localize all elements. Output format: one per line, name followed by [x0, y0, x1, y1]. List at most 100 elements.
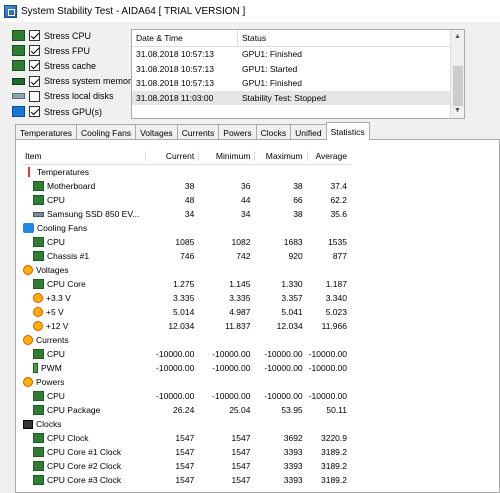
tab-statistics[interactable]: Statistics	[325, 122, 370, 140]
minimum-value: 1547	[231, 433, 251, 443]
window-title: System Stability Test - AIDA64 [ TRIAL V…	[21, 5, 246, 17]
stat-row[interactable]: PWM -10000.00 -10000.00 -10000.00 -10000…	[23, 361, 351, 375]
minimum-value: 3.335	[229, 293, 251, 303]
average-value: 3220.9	[321, 433, 347, 443]
stress-option[interactable]: Stress local disks	[12, 89, 130, 104]
minimum-value: 4.987	[229, 307, 251, 317]
cpu-chip-icon	[33, 405, 44, 415]
maximum-value: 12.034	[276, 321, 303, 331]
stat-row[interactable]: CPU 48 44 66 62.2	[23, 193, 351, 207]
log-datetime: 31.08.2018 10:57:13	[136, 49, 214, 60]
stress-checkbox[interactable]	[29, 60, 40, 72]
item-label: CPU	[47, 195, 65, 205]
statistics-panel: Item Current Minimum Maximum Average Tem…	[15, 139, 500, 493]
stat-row[interactable]: CPU Core #3 Clock 1547 1547 3393 3189.2	[23, 473, 351, 487]
log-datetime: 31.08.2018 10:57:13	[136, 78, 214, 89]
stress-checkbox[interactable]	[29, 90, 40, 102]
stat-row[interactable]: CPU -10000.00 -10000.00 -10000.00 -10000…	[23, 389, 351, 403]
stress-option[interactable]: Stress GPU(s)	[12, 104, 130, 119]
tab-currents[interactable]: Currents	[176, 124, 220, 140]
average-value: 3189.2	[321, 475, 347, 485]
log-datetime: 31.08.2018 11:03:00	[136, 92, 214, 103]
stat-row[interactable]: Samsung SSD 850 EV... 34 34 38 35.6	[23, 207, 351, 221]
stress-option[interactable]: Stress system memory	[12, 74, 136, 89]
stat-row[interactable]: CPU 1085 1082 1683 1535	[23, 235, 351, 249]
stat-row[interactable]: Chassis #1 746 742 920 877	[23, 249, 351, 263]
item-label: Samsung SSD 850 EV...	[47, 209, 140, 219]
stat-row[interactable]: CPU Core #1 Clock 1547 1547 3393 3189.2	[23, 445, 351, 459]
current-value: 34	[184, 209, 195, 219]
log-row[interactable]: 31.08.2018 10:57:13 GPU1: Finished	[132, 76, 464, 91]
stress-checkbox[interactable]	[29, 75, 40, 87]
log-row[interactable]: 31.08.2018 10:57:13 GPU1: Finished	[132, 47, 464, 62]
stress-option[interactable]: Stress FPU	[12, 43, 130, 58]
ssd-icon	[33, 211, 44, 217]
scroll-down-icon[interactable]: ▼	[451, 104, 464, 118]
group-label-cell: Clocks	[23, 419, 147, 429]
stat-row[interactable]: CPU Package 26.24 25.04 53.95 50.11	[23, 403, 351, 417]
item-label: +12 V	[46, 321, 69, 331]
scroll-up-icon[interactable]: ▲	[451, 30, 464, 44]
cpu-icon	[12, 30, 25, 42]
stat-row[interactable]: +3.3 V 3.335 3.335 3.357 3.340	[23, 291, 351, 305]
group-label: Powers	[36, 377, 65, 387]
stress-checkbox[interactable]	[29, 106, 40, 118]
scroll-thumb[interactable]	[453, 66, 463, 106]
current-value: 1085	[175, 237, 195, 247]
stat-row[interactable]: CPU Clock 1547 1547 3692 3220.9	[23, 431, 351, 445]
disk-icon	[12, 93, 25, 100]
item-label: CPU Core #2 Clock	[47, 461, 122, 471]
minimum-value: 34	[241, 209, 251, 219]
item-label: CPU	[47, 391, 65, 401]
item-cell: CPU Core #2 Clock	[23, 461, 145, 471]
tab-temperatures[interactable]: Temperatures	[15, 124, 77, 140]
tab-voltages[interactable]: Voltages	[135, 124, 178, 140]
log-row[interactable]: 31.08.2018 11:03:00 Stability Test: Stop…	[132, 90, 464, 105]
header-average[interactable]: Average	[306, 151, 351, 161]
battery-icon	[33, 363, 38, 373]
average-value: 50.11	[326, 405, 347, 415]
tab-clocks[interactable]: Clocks	[255, 124, 292, 140]
stress-option[interactable]: Stress cache	[12, 58, 130, 73]
average-value: 62.2	[330, 195, 347, 205]
current-value: 1547	[175, 461, 195, 471]
title-bar: System Stability Test - AIDA64 [ TRIAL V…	[0, 0, 500, 22]
stat-row[interactable]: CPU Core #2 Clock 1547 1547 3393 3189.2	[23, 459, 351, 473]
stress-checkbox[interactable]	[29, 30, 40, 42]
header-item[interactable]: Item	[23, 151, 145, 161]
cpu-chip-icon	[33, 447, 44, 457]
stat-row[interactable]: +12 V 12.034 11.837 12.034 11.966	[23, 319, 351, 333]
stat-row[interactable]: +5 V 5.014 4.987 5.041 5.023	[23, 305, 351, 319]
average-value: -10000.00	[308, 363, 347, 373]
header-maximum[interactable]: Maximum	[254, 151, 306, 161]
item-cell: CPU Core #3 Clock	[23, 475, 145, 485]
cache-icon	[12, 60, 25, 72]
log-scrollbar[interactable]: ▲ ▼	[450, 30, 464, 118]
tab-powers[interactable]: Powers	[218, 124, 257, 140]
item-label: +5 V	[46, 307, 64, 317]
tab-unified[interactable]: Unified	[290, 124, 327, 140]
log-row[interactable]: 31.08.2018 10:57:13 GPU1: Started	[132, 62, 464, 77]
stat-group: Powers	[23, 375, 351, 389]
group-label: Temperatures	[37, 167, 89, 177]
tab-cooling-fans[interactable]: Cooling Fans	[75, 124, 137, 140]
average-value: 3189.2	[321, 447, 347, 457]
log-header-datetime[interactable]: Date & Time	[132, 30, 238, 46]
stat-row[interactable]: CPU -10000.00 -10000.00 -10000.00 -10000…	[23, 347, 351, 361]
current-value: 38	[184, 181, 195, 191]
stress-checkbox[interactable]	[29, 45, 40, 57]
current-value: 48	[184, 195, 195, 205]
current-icon	[23, 335, 33, 345]
average-value: 37.4	[330, 181, 347, 191]
stat-row[interactable]: Motherboard 38 36 38 37.4	[23, 179, 351, 193]
log-status: Stability Test: Stopped	[242, 92, 326, 103]
stat-row[interactable]: CPU Core 1.275 1.145 1.330 1.187	[23, 277, 351, 291]
log-header-status[interactable]: Status	[238, 30, 451, 46]
maximum-value: -10000.00	[264, 349, 303, 359]
header-minimum[interactable]: Minimum	[198, 151, 254, 161]
item-cell: Samsung SSD 850 EV...	[23, 209, 145, 219]
stress-option[interactable]: Stress CPU	[12, 28, 130, 43]
minimum-value: -10000.00	[212, 349, 251, 359]
header-current[interactable]: Current	[145, 151, 198, 161]
voltage-icon	[33, 293, 43, 303]
